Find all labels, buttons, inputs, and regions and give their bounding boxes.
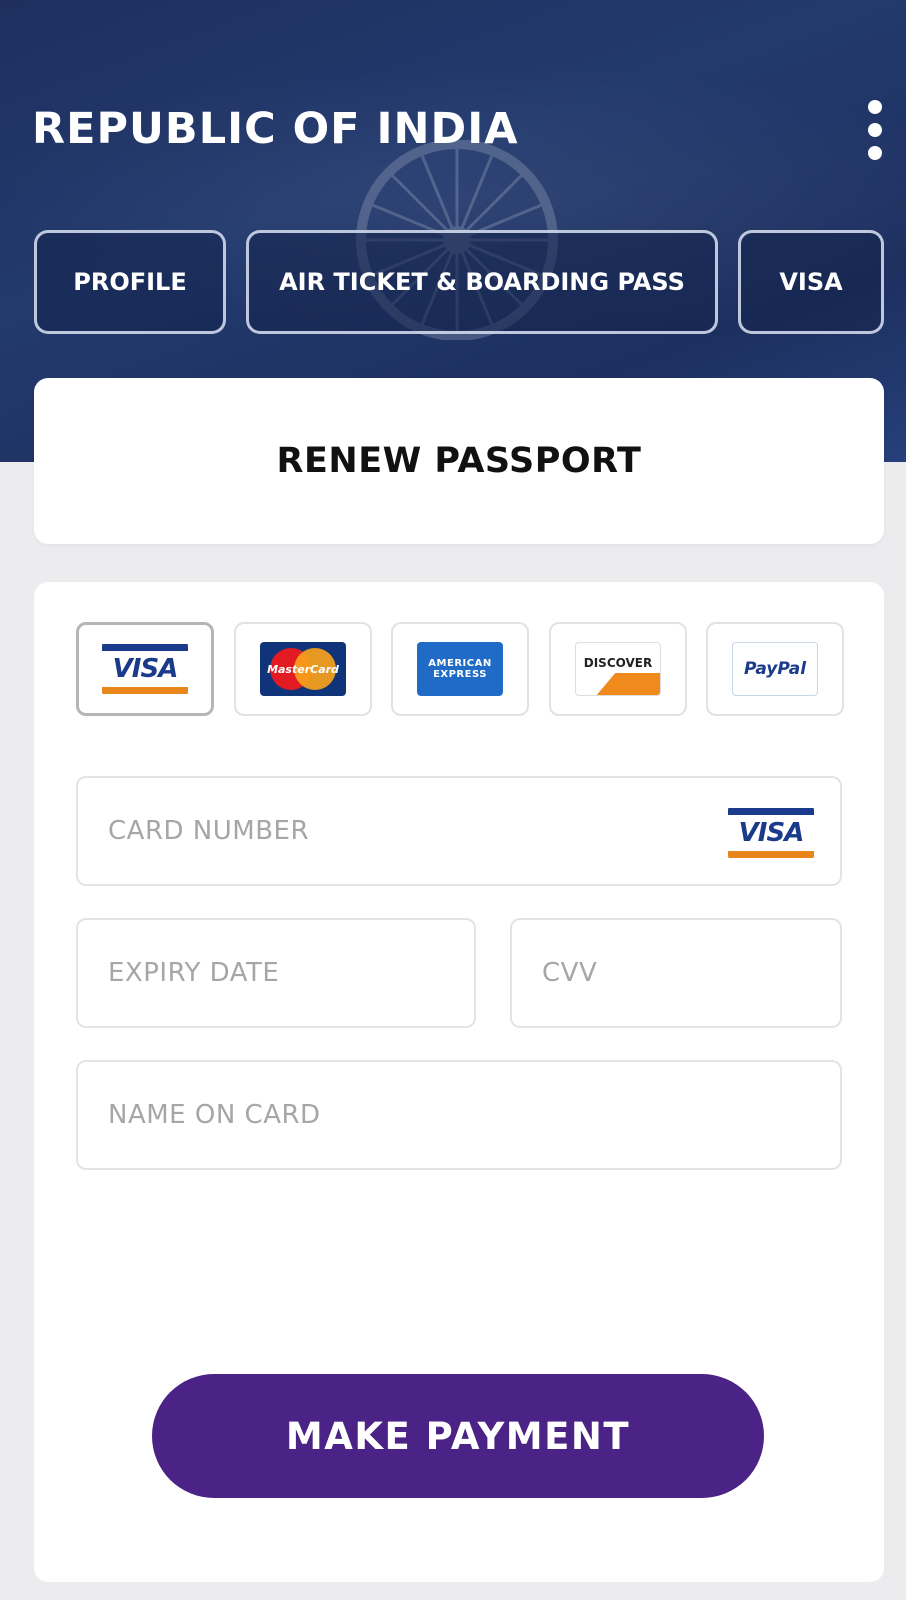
payment-method-amex[interactable]: AMERICAN EXPRESS — [391, 622, 529, 716]
amex-logo-icon: AMERICAN EXPRESS — [417, 642, 503, 696]
more-vertical-icon-dot — [868, 146, 882, 160]
payment-method-visa[interactable]: VISA — [76, 622, 214, 716]
cvv-field[interactable] — [510, 918, 842, 1028]
visa-logo-icon: VISA — [102, 642, 188, 696]
overflow-menu-button[interactable] — [860, 100, 890, 160]
more-vertical-icon — [868, 100, 882, 114]
name-on-card-input[interactable] — [108, 1100, 840, 1130]
discover-logo-icon: DISCOVER — [575, 642, 661, 696]
make-payment-button[interactable]: MAKE PAYMENT — [152, 1374, 764, 1498]
card-number-field[interactable]: VISA — [76, 776, 842, 886]
mastercard-logo-icon: MasterCard — [260, 642, 346, 696]
payment-method-discover[interactable]: DISCOVER — [549, 622, 687, 716]
amex-logo-text: AMERICAN EXPRESS — [428, 658, 492, 680]
card-brand-visa-icon: VISA — [728, 806, 814, 860]
card-brand-text: VISA — [738, 818, 805, 848]
payment-form-card: VISA MasterCard AMERICAN EXPRESS DISCOVE… — [34, 582, 884, 1582]
paypal-logo-text: PayPal — [743, 659, 807, 679]
expiry-date-input[interactable] — [108, 958, 474, 988]
app-title: REPUBLIC OF INDIA — [32, 104, 519, 154]
tab-visa[interactable]: VISA — [738, 230, 884, 334]
more-vertical-icon-dot — [868, 123, 882, 137]
payment-method-paypal[interactable]: PayPal — [706, 622, 844, 716]
page-title: RENEW PASSPORT — [276, 441, 642, 481]
tab-profile[interactable]: PROFILE — [34, 230, 226, 334]
name-on-card-field[interactable] — [76, 1060, 842, 1170]
discover-logo-text: DISCOVER — [583, 656, 653, 670]
mastercard-logo-text: MasterCard — [267, 662, 339, 676]
expiry-date-field[interactable] — [76, 918, 476, 1028]
visa-logo-text: VISA — [112, 654, 179, 684]
tab-air-ticket-boarding-pass[interactable]: AIR TICKET & BOARDING PASS — [246, 230, 718, 334]
cvv-input[interactable] — [542, 958, 840, 988]
renew-passport-card: RENEW PASSPORT — [34, 378, 884, 544]
payment-method-mastercard[interactable]: MasterCard — [234, 622, 372, 716]
paypal-logo-icon: PayPal — [732, 642, 818, 696]
